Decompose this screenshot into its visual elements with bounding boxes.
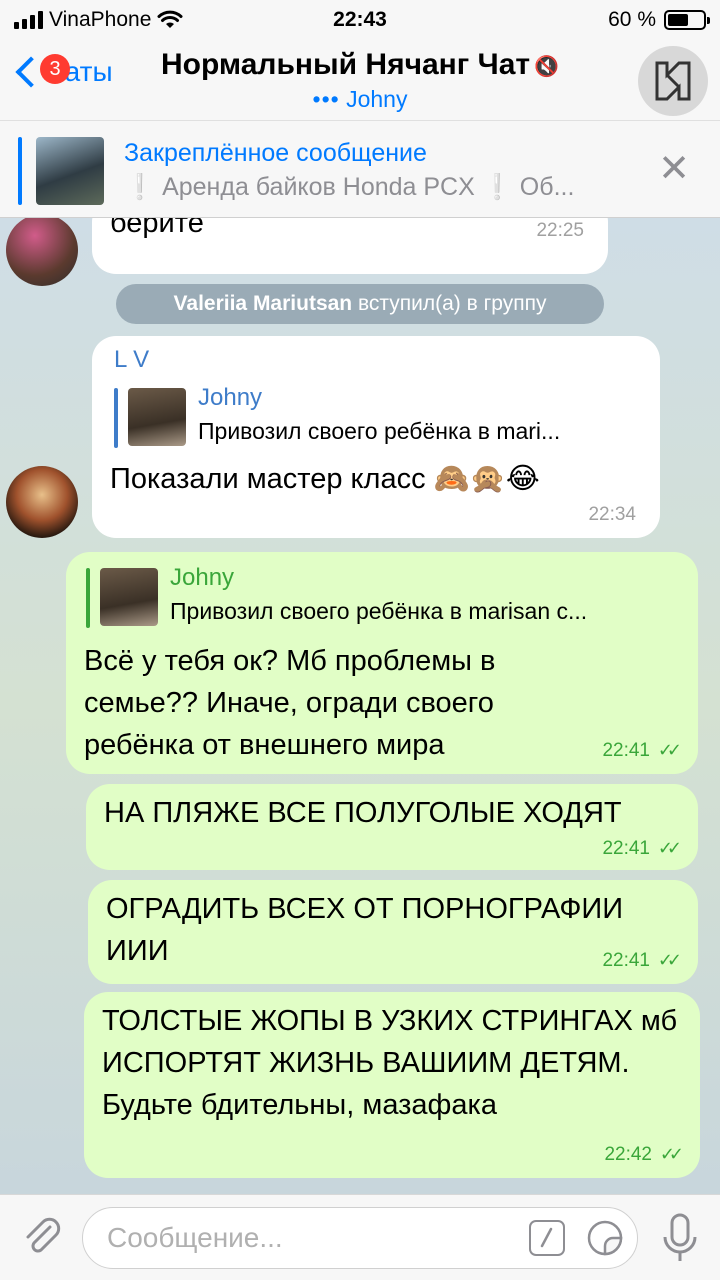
service-text: вступил(а) в группу — [352, 292, 547, 315]
chat-header: Чаты 3 Нормальный Нячанг Чат 🔇 ••• Johny — [0, 40, 720, 120]
message-time: 22:34 — [588, 504, 636, 525]
microphone-icon[interactable] — [662, 1213, 698, 1263]
commands-button[interactable] — [529, 1220, 565, 1256]
message-bubble-outgoing[interactable]: Johny Привозил своего ребёнка в marisan … — [66, 552, 698, 774]
pinned-title: Закреплённое сообщение — [124, 139, 427, 167]
reply-thumbnail — [100, 568, 158, 626]
message-text: ТОЛСТЫЕ ЖОПЫ В УЗКИХ СТРИНГАХ мб ИСПОРТЯ… — [102, 1005, 678, 1121]
message-bubble-outgoing[interactable]: ТОЛСТЫЕ ЖОПЫ В УЗКИХ СТРИНГАХ мб ИСПОРТЯ… — [84, 992, 700, 1178]
message-time: 22:42 — [604, 1144, 652, 1165]
typing-status: ••• Johny — [0, 86, 720, 113]
reply-text: Привозил своего ребёнка в marisan c... — [170, 598, 588, 624]
reply-accent-bar — [86, 568, 90, 628]
sticker-icon[interactable] — [585, 1218, 625, 1258]
message-time: 22:25 — [536, 220, 584, 241]
reply-name: Johny — [198, 384, 263, 411]
group-logo-icon — [655, 61, 691, 101]
typing-user: Johny — [346, 86, 408, 112]
mute-icon: 🔇 — [534, 55, 559, 78]
message-bubble-incoming[interactable]: берите 22:25 — [92, 218, 608, 274]
message-text: берите — [110, 218, 204, 239]
battery-icon — [664, 10, 710, 30]
message-sender[interactable]: L V — [114, 346, 149, 374]
status-bar: VinaPhone 22:43 60 % — [0, 0, 720, 40]
slash-icon — [540, 1227, 553, 1248]
input-bar — [0, 1194, 720, 1280]
reply-preview[interactable]: Johny Привозил своего ребёнка в marisan … — [86, 564, 686, 628]
battery-percent: 60 % — [608, 8, 656, 31]
message-text: Всё у тебя ок? Мб проблемы в семье?? Ина… — [84, 645, 496, 761]
service-message: Valeriia Mariutsan вступил(а) в группу — [116, 284, 604, 324]
read-checks-icon: ✓✓ — [657, 838, 682, 858]
avatar[interactable] — [6, 218, 78, 286]
service-user[interactable]: Valeriia Mariutsan — [174, 292, 353, 315]
message-time: 22:41 — [602, 838, 650, 859]
message-bubble-outgoing[interactable]: НА ПЛЯЖЕ ВСЕ ПОЛУГОЛЫЕ ХОДЯТ 22:41 ✓✓ — [86, 784, 698, 870]
reply-name: Johny — [170, 564, 235, 591]
avatar[interactable] — [6, 466, 78, 538]
message-field[interactable] — [82, 1207, 638, 1269]
chat-title[interactable]: Нормальный Нячанг Чат 🔇 — [0, 48, 720, 82]
attach-icon[interactable] — [20, 1215, 64, 1259]
reply-thumbnail — [128, 388, 186, 446]
read-checks-icon: ✓✓ — [657, 950, 682, 970]
chat-avatar[interactable] — [638, 46, 708, 116]
message-time: 22:41 — [602, 740, 650, 761]
battery-fill — [668, 14, 689, 26]
chat-title-text: Нормальный Нячанг Чат — [160, 48, 531, 81]
message-input[interactable] — [107, 1218, 527, 1258]
message-text: Показали мастер класс 🙈🙊😂 — [110, 463, 540, 495]
message-text: НА ПЛЯЖЕ ВСЕ ПОЛУГОЛЫЕ ХОДЯТ — [104, 797, 622, 829]
reply-accent-bar — [114, 388, 118, 448]
typing-dots-icon: ••• — [312, 86, 340, 112]
reply-preview[interactable]: Johny Привозил своего ребёнка в mari... — [114, 384, 644, 448]
message-bubble-incoming[interactable]: L V Johny Привозил своего ребёнка в mari… — [92, 336, 660, 538]
read-checks-icon: ✓✓ — [657, 740, 682, 760]
pinned-accent-bar — [18, 137, 22, 205]
pinned-message[interactable]: Закреплённое сообщение ❕ Аренда байков H… — [0, 120, 720, 218]
message-time: 22:41 — [602, 950, 650, 971]
message-text: ОГРАДИТЬ ВСЕХ ОТ ПОРНОГРАФИИ ИИИ — [106, 893, 624, 967]
message-bubble-outgoing[interactable]: ОГРАДИТЬ ВСЕХ ОТ ПОРНОГРАФИИ ИИИ 22:41 ✓… — [88, 880, 698, 984]
read-checks-icon: ✓✓ — [659, 1144, 684, 1164]
reply-text: Привозил своего ребёнка в mari... — [198, 418, 561, 444]
pinned-thumbnail — [36, 137, 104, 205]
battery: 60 % — [608, 8, 710, 32]
pinned-text: ❕ Аренда байков Honda PCX ❕ Об... — [124, 173, 575, 201]
message-list[interactable]: берите 22:25 Valeriia Mariutsan вступил(… — [0, 218, 720, 1194]
close-icon[interactable]: ✕ — [654, 149, 694, 189]
